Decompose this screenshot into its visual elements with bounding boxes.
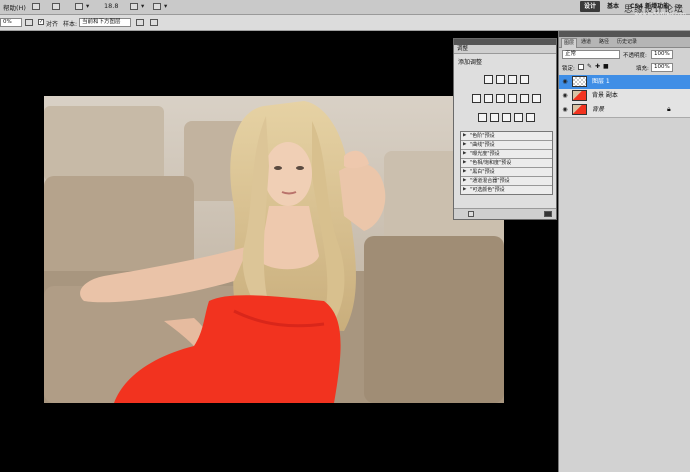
ignore-adjustment-icon[interactable] xyxy=(136,19,144,26)
layer-name: 背景 副本 xyxy=(592,92,618,99)
delete-adjustment-icon[interactable] xyxy=(544,211,552,217)
lock-position-icon[interactable]: ✚ xyxy=(595,63,600,70)
adjustments-title: 添加调整 xyxy=(458,59,483,66)
presets-list: "色阶"预设 "曲线"预设 "曝光度"预设 "色相/饱和度"预设 "黑白"预设 … xyxy=(460,131,553,195)
preset-exposure[interactable]: "曝光度"预设 xyxy=(461,150,552,159)
channel-mixer-icon[interactable] xyxy=(531,94,541,103)
screen-mode-arrow-icon[interactable]: ▾ xyxy=(164,2,167,10)
opacity-field[interactable]: 100% xyxy=(651,50,673,59)
align-checkbox[interactable]: ✓ xyxy=(38,19,44,25)
options-bar: 0% ✓ 对齐 样本: 当前和下方图层 xyxy=(0,15,690,31)
adjustments-footer xyxy=(454,208,556,219)
workspace-design[interactable]: 设计 xyxy=(580,1,601,12)
layers-dock: 图层 通道 路径 历史记录 正常 不透明度: 100% 锁定: ✎ ✚ ■ 填充… xyxy=(558,31,690,472)
lock-label: 锁定: xyxy=(562,66,575,72)
layers-tabs: 图层 通道 路径 历史记录 xyxy=(559,37,690,48)
lock-all-icon[interactable]: ■ xyxy=(603,63,609,70)
clip-to-layer-icon[interactable] xyxy=(468,211,474,217)
blend-mode-select[interactable]: 正常 xyxy=(562,50,620,59)
portrait-photo xyxy=(44,96,504,403)
preset-selective-color[interactable]: "可选颜色"预设 xyxy=(461,186,552,194)
sample-select[interactable]: 当前和下方图层 xyxy=(79,18,131,27)
levels-icon[interactable] xyxy=(495,75,505,84)
curves-icon[interactable] xyxy=(507,75,517,84)
view-extras-icon[interactable] xyxy=(75,3,83,10)
photo-filter-icon[interactable] xyxy=(519,94,529,103)
layer-row-3[interactable]: ◉ 背景 🔒︎ xyxy=(559,103,690,118)
tool-size-field[interactable]: 0% xyxy=(0,18,22,27)
gradient-map-icon[interactable] xyxy=(513,113,523,122)
preset-levels[interactable]: "色阶"预设 xyxy=(461,132,552,141)
fill-field[interactable]: 100% xyxy=(651,63,673,72)
tab-history[interactable]: 历史记录 xyxy=(615,38,639,47)
arrange-documents-icon[interactable] xyxy=(130,3,138,10)
threshold-icon[interactable] xyxy=(501,113,511,122)
layer-lock-icon: 🔒︎ xyxy=(667,105,671,113)
layer-name: 背景 xyxy=(592,106,605,113)
layer-thumbnail xyxy=(572,104,587,115)
preset-black-white[interactable]: "黑白"预设 xyxy=(461,168,552,177)
visibility-eye-icon[interactable]: ◉ xyxy=(561,92,569,100)
layer-row-2[interactable]: ◉ 背景 副本 xyxy=(559,89,690,104)
brightness-contrast-icon[interactable] xyxy=(483,75,493,84)
tab-layers[interactable]: 图层 xyxy=(561,38,578,48)
layer-thumbnail xyxy=(572,90,587,101)
visibility-eye-icon[interactable]: ◉ xyxy=(561,106,569,114)
lock-transparent-icon[interactable] xyxy=(578,64,584,70)
menu-help[interactable]: 帮助(H) xyxy=(3,2,26,12)
opacity-label: 不透明度: xyxy=(623,53,647,59)
canvas-photo[interactable] xyxy=(44,96,504,403)
exposure-icon[interactable] xyxy=(519,75,529,84)
color-balance-icon[interactable] xyxy=(495,94,505,103)
clone-source-icon[interactable] xyxy=(25,19,33,26)
adjustments-tab-label: 调整 xyxy=(457,46,469,52)
visibility-eye-icon[interactable]: ◉ xyxy=(561,78,569,86)
layer-row-1[interactable]: ◉ 图层 1 xyxy=(559,75,690,90)
posterize-icon[interactable] xyxy=(489,113,499,122)
layer-name: 图层 1 xyxy=(592,78,610,85)
adjustments-tab[interactable]: 调整 xyxy=(454,45,556,54)
workspace-essentials[interactable]: 基本 xyxy=(607,1,619,12)
zoom-level[interactable]: 18.8 xyxy=(104,2,118,10)
screen-mode-icon[interactable] xyxy=(153,3,161,10)
adjustments-panel: 调整 添加调整 "色阶"预设 "曲线"预设 "曝光度"预设 "色相/饱和度"预设… xyxy=(453,38,557,220)
minibridge-icon[interactable] xyxy=(52,3,60,10)
black-white-icon[interactable] xyxy=(507,94,517,103)
view-extras-arrow-icon[interactable]: ▾ xyxy=(86,2,89,10)
pressure-icon[interactable] xyxy=(150,19,158,26)
bridge-icon[interactable] xyxy=(32,3,40,10)
fill-label: 填充: xyxy=(636,66,649,72)
application-bar: 帮助(H) ▾ 18.8 ▾ ▾ 设计 基本 CS4 新增功能 ≫ xyxy=(0,0,690,15)
sample-label: 样本: xyxy=(63,21,78,28)
layer-thumbnail xyxy=(572,76,587,87)
invert-icon[interactable] xyxy=(477,113,487,122)
arrange-arrow-icon[interactable]: ▾ xyxy=(141,2,144,10)
selective-color-icon[interactable] xyxy=(525,113,535,122)
tab-channels[interactable]: 通道 xyxy=(579,38,593,47)
blend-row: 正常 不透明度: 100% xyxy=(559,48,690,60)
preset-curves[interactable]: "曲线"预设 xyxy=(461,141,552,150)
vibrance-icon[interactable] xyxy=(471,94,481,103)
lock-image-icon[interactable]: ✎ xyxy=(587,63,592,70)
preset-hue-saturation[interactable]: "色相/饱和度"预设 xyxy=(461,159,552,168)
hue-saturation-icon[interactable] xyxy=(483,94,493,103)
lock-row: 锁定: ✎ ✚ ■ 填充: 100% xyxy=(559,61,690,73)
align-label: 对齐 xyxy=(46,21,59,28)
tab-paths[interactable]: 路径 xyxy=(597,38,611,47)
preset-channel-mixer[interactable]: "通道混合器"预设 xyxy=(461,177,552,186)
